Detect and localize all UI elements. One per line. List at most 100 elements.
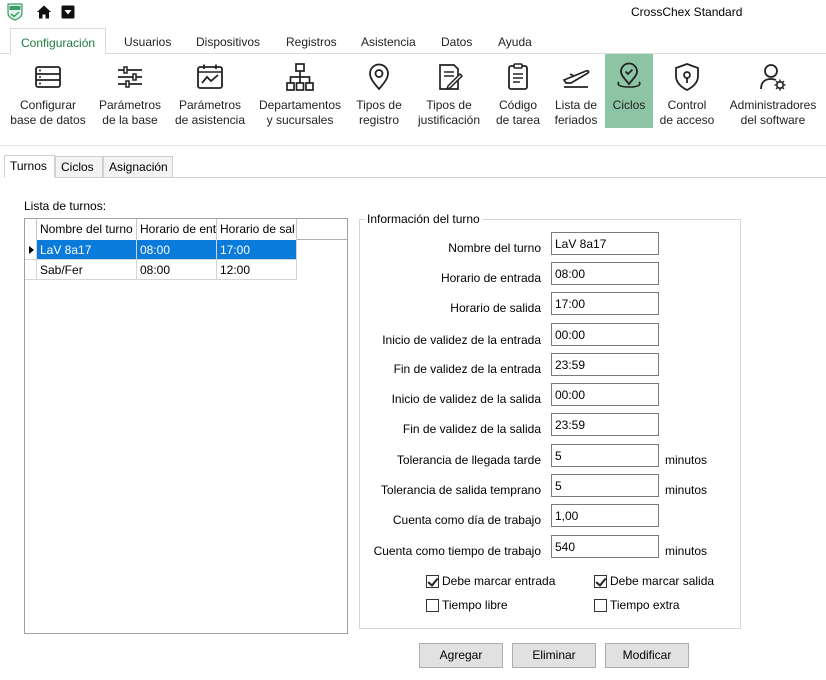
tab-configuracion[interactable]: Configuración <box>10 28 107 55</box>
row-indicator <box>25 240 37 260</box>
holiday-plane-icon <box>562 69 590 88</box>
ribbon-label: de la base <box>102 113 158 127</box>
software-administrators-button[interactable]: Administradores del software <box>726 54 820 130</box>
tab-asistencia[interactable]: Asistencia <box>361 35 416 49</box>
label-entry-validity-start: Inicio de validez de la entrada <box>382 333 541 347</box>
database-parameters-button[interactable]: Parámetros de la base <box>94 54 166 130</box>
checkbox-label: Debe marcar entrada <box>442 574 556 588</box>
ribbon-label: base de datos <box>10 113 86 127</box>
cell-end[interactable]: 17:00 <box>217 240 297 260</box>
shift-name-input[interactable] <box>551 232 659 255</box>
table-row[interactable]: LaV 8a17 08:00 17:00 <box>25 240 297 260</box>
checkbox-unchecked-icon <box>594 599 607 612</box>
column-header-end[interactable]: Horario de sal <box>217 219 297 240</box>
checkbox-checked-icon <box>426 575 439 588</box>
ribbon-label: Control <box>667 98 707 112</box>
dropdown-menu-icon[interactable] <box>61 5 75 19</box>
entry-validity-start-input[interactable] <box>551 323 659 346</box>
shift-list-grid[interactable]: Nombre del turno Horario de ent Horario … <box>24 218 348 634</box>
shift-info-title: Información del turno <box>365 212 482 226</box>
label-entry-time: Horario de entrada <box>440 271 541 285</box>
tab-usuarios[interactable]: Usuarios <box>124 35 171 49</box>
ribbon-label: registro <box>358 113 399 127</box>
workday-count-input[interactable] <box>551 504 659 527</box>
current-row-arrow-icon <box>29 246 34 254</box>
sliders-icon <box>118 66 142 88</box>
ribbon-label: Administradores <box>729 98 817 112</box>
departments-button[interactable]: Departamentos y sucursales <box>256 54 344 130</box>
admin-user-gear-icon <box>760 64 786 91</box>
tab-turnos[interactable]: Turnos <box>4 155 55 178</box>
home-icon[interactable] <box>36 4 52 20</box>
access-control-button[interactable]: Control de acceso <box>656 54 718 130</box>
delete-button[interactable]: Eliminar <box>512 643 596 668</box>
cell-end[interactable]: 12:00 <box>217 260 297 280</box>
cycles-button[interactable]: Ciclos <box>605 54 653 128</box>
exit-validity-end-input[interactable] <box>551 413 659 436</box>
label-work-time-count: Cuenta como tiempo de trabajo <box>373 544 541 558</box>
ribbon-label: de asistencia <box>174 113 246 127</box>
column-header-name[interactable]: Nombre del turno <box>37 219 137 240</box>
column-header-start[interactable]: Horario de ent <box>137 219 217 240</box>
table-row[interactable]: Sab/Fer 08:00 12:00 <box>25 260 297 280</box>
tab-datos[interactable]: Datos <box>441 35 472 49</box>
ribbon-label: Configurar <box>19 98 77 112</box>
tab-dispositivos[interactable]: Dispositivos <box>196 35 260 49</box>
exit-time-input[interactable] <box>551 292 659 315</box>
holiday-list-button[interactable]: Lista de feriados <box>550 54 602 130</box>
ribbon-label: Lista de <box>554 98 598 112</box>
header-corner <box>25 219 37 240</box>
ribbon-label: Parámetros <box>98 98 162 112</box>
add-button[interactable]: Agregar <box>419 643 503 668</box>
tab-ayuda[interactable]: Ayuda <box>498 35 532 49</box>
ribbon-label: del software <box>740 113 806 127</box>
exit-validity-start-input[interactable] <box>551 383 659 406</box>
entry-time-input[interactable] <box>551 262 659 285</box>
ribbon-label: de tarea <box>495 113 541 127</box>
ribbon-label: Parámetros <box>178 98 242 112</box>
checkbox-unchecked-icon <box>426 599 439 612</box>
justification-types-button[interactable]: Tipos de justificación <box>412 54 486 130</box>
ribbon-label: justificación <box>417 113 481 127</box>
ribbon-label: Código <box>498 98 538 112</box>
ribbon-label: feriados <box>554 113 598 127</box>
ribbon-label: de acceso <box>659 113 715 127</box>
label-early-exit-tolerance: Tolerancia de salida temprano <box>380 483 541 497</box>
late-tolerance-input[interactable] <box>551 444 659 467</box>
ribbon-label: Tipos de <box>356 98 402 112</box>
label-exit-validity-start: Inicio de validez de la salida <box>391 392 541 406</box>
task-code-button[interactable]: Código de tarea <box>492 54 544 130</box>
label-workday-count: Cuenta como día de trabajo <box>392 513 541 527</box>
title-bar: CrossChex Standard <box>0 0 826 26</box>
grid-header: Nombre del turno Horario de ent Horario … <box>25 219 347 240</box>
work-time-count-unit: minutos <box>665 544 708 558</box>
label-shift-name: Nombre del turno <box>448 241 541 255</box>
menu-tabs: Configuración Usuarios Dispositivos Regi… <box>0 26 826 55</box>
early-exit-tolerance-unit: minutos <box>665 483 708 497</box>
checkbox-label: Tiempo extra <box>610 598 680 612</box>
label-entry-validity-end: Fin de validez de la entrada <box>393 362 541 376</box>
work-time-count-input[interactable] <box>551 535 659 558</box>
edit-document-icon <box>439 64 464 91</box>
cell-name[interactable]: Sab/Fer <box>37 260 137 280</box>
ribbon-toolbar: Configurar base de datos Parámetros de la … <box>0 54 826 146</box>
cell-start[interactable]: 08:00 <box>137 260 217 280</box>
shield-lock-icon <box>675 63 699 92</box>
tab-asignacion[interactable]: Asignación <box>103 156 173 178</box>
attendance-parameters-button[interactable]: Parámetros de asistencia <box>172 54 248 130</box>
label-late-tolerance: Tolerancia de llegada tarde <box>396 453 541 467</box>
org-chart-icon <box>286 63 314 91</box>
ribbon-label: Departamentos <box>258 98 342 112</box>
record-types-button[interactable]: Tipos de registro <box>352 54 406 130</box>
cell-start[interactable]: 08:00 <box>137 240 217 260</box>
configure-database-button[interactable]: Configurar base de datos <box>8 54 88 130</box>
ribbon-label: Tipos de <box>426 98 472 112</box>
checkbox-label: Tiempo libre <box>442 598 508 612</box>
early-exit-tolerance-input[interactable] <box>551 474 659 497</box>
tab-ciclos[interactable]: Ciclos <box>55 156 103 178</box>
modify-button[interactable]: Modificar <box>605 643 689 668</box>
ribbon-label: Ciclos <box>612 98 646 112</box>
entry-validity-end-input[interactable] <box>551 353 659 376</box>
cell-name[interactable]: LaV 8a17 <box>37 240 137 260</box>
tab-registros[interactable]: Registros <box>286 35 337 49</box>
